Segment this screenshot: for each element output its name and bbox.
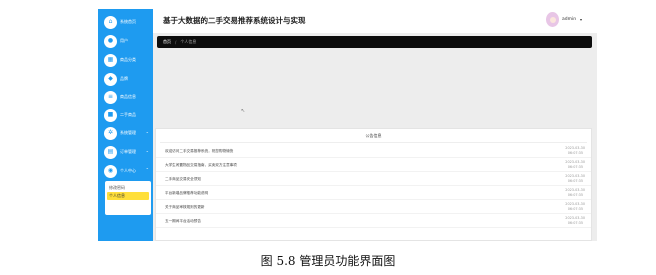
chevron-down-icon[interactable]: ▾ — [580, 17, 582, 22]
figure-caption: 图 5.8 管理员功能界面图 — [260, 254, 396, 268]
app-window: ⌂ 系统首页 ● 用户 ▦ 商品分类 ◆ 品牌 ≡ 商品信息 ■ 二手商品 ✲ … — [98, 9, 597, 241]
user-name[interactable]: admin — [562, 17, 576, 22]
notice-title[interactable]: 大学生闲置物品交易指南，买卖双方注意事项 — [165, 163, 237, 168]
notice-date: 2023-03-30 — [565, 160, 585, 164]
sidebar-item-personal[interactable]: ◉ 个人中心 ⌃ — [98, 164, 153, 178]
sidebar-item-label: 系统首页 — [120, 19, 136, 24]
sidebar-item-home[interactable]: ⌂ 系统首页 — [98, 15, 153, 29]
notice-date: 2023-03-30 — [565, 202, 585, 206]
mouse-cursor-icon: ↖ — [241, 108, 246, 114]
notice-date: 2023-03-30 — [565, 188, 585, 192]
sidebar-item-label: 品牌 — [120, 76, 128, 81]
app-title: 基于大数据的二手交易推荐系统设计与实现 — [163, 16, 306, 25]
user-icon: ● — [104, 34, 117, 48]
list-icon: ≡ — [104, 90, 117, 104]
breadcrumb: 首页 / 个人信息 — [157, 36, 592, 48]
chevron-down-icon: ⌄ — [145, 148, 149, 153]
list-item[interactable]: 二手商品交易安全须知 2023-03-30 06:07:35 — [156, 172, 591, 186]
sidebar-item-label: 订单管理 — [120, 149, 136, 154]
sidebar-item-label: 个人中心 — [120, 168, 136, 173]
chevron-up-icon: ⌃ — [145, 167, 149, 172]
notice-time: 06:07:35 — [567, 193, 583, 197]
notice-title[interactable]: 平台新增品牌推荐功能说明 — [165, 191, 208, 196]
sidebar-item-brands[interactable]: ◆ 品牌 — [98, 72, 153, 86]
chevron-down-icon: ⌄ — [145, 129, 149, 134]
list-item[interactable]: 大学生闲置物品交易指南，买卖双方注意事项 2023-03-30 06:07:35 — [156, 158, 591, 172]
tag-icon: ◆ — [104, 72, 117, 86]
panel-title: 公告信息 — [365, 133, 382, 138]
breadcrumb-separator: / — [175, 39, 177, 45]
list-item[interactable]: 欢迎访问二手交易推荐系统，祝您购物愉快 2023-03-30 06:07:35 — [156, 144, 591, 158]
submenu-item-change-password[interactable]: 修改密码 — [107, 184, 149, 192]
notice-date: 2023-03-30 — [565, 216, 585, 220]
personal-submenu: 修改密码 个人信息 — [105, 181, 151, 215]
list-item[interactable]: 平台新增品牌推荐功能说明 2023-03-30 06:07:35 — [156, 186, 591, 200]
notice-time: 06:07:35 — [567, 207, 583, 211]
notice-title[interactable]: 关于商品审核规则的更新 — [165, 205, 205, 210]
top-header: 基于大数据的二手交易推荐系统设计与实现 admin ▾ — [153, 9, 597, 33]
notice-time: 06:07:35 — [567, 179, 583, 183]
sidebar-item-label: 系统管理 — [120, 130, 136, 135]
sidebar-item-label: 用户 — [120, 38, 128, 43]
notice-time: 06:07:35 — [567, 151, 583, 155]
notice-title[interactable]: 欢迎访问二手交易推荐系统，祝您购物愉快 — [165, 149, 233, 154]
list-item[interactable]: 关于商品审核规则的更新 2023-03-30 06:07:35 — [156, 200, 591, 214]
sidebar-item-categories[interactable]: ▦ 商品分类 — [98, 53, 153, 67]
sidebar-item-label: 二手商品 — [120, 112, 136, 117]
sidebar-item-system[interactable]: ✲ 系统管理 ⌄ — [98, 126, 153, 140]
breadcrumb-current: 个人信息 — [180, 39, 197, 44]
sidebar-item-label: 商品分类 — [120, 57, 136, 62]
notice-title[interactable]: 二手商品交易安全须知 — [165, 177, 201, 182]
divider — [160, 142, 587, 143]
notice-time: 06:07:35 — [567, 165, 583, 169]
list-item[interactable]: 五一期间平台活动预告 2023-03-30 06:07:35 — [156, 214, 591, 228]
home-icon: ⌂ — [104, 15, 117, 29]
person-icon: ◉ — [104, 164, 117, 178]
sidebar-item-secondhand[interactable]: ■ 二手商品 — [98, 108, 153, 122]
notice-date: 2023-03-30 — [565, 146, 585, 150]
box-icon: ■ — [104, 108, 117, 122]
sidebar: ⌂ 系统首页 ● 用户 ▦ 商品分类 ◆ 品牌 ≡ 商品信息 ■ 二手商品 ✲ … — [98, 9, 153, 241]
grid-icon: ▦ — [104, 53, 117, 67]
notice-time: 06:07:35 — [567, 221, 583, 225]
breadcrumb-home[interactable]: 首页 — [163, 39, 171, 45]
notice-panel: 公告信息 欢迎访问二手交易推荐系统，祝您购物愉快 2023-03-30 06:0… — [155, 128, 592, 241]
submenu-item-profile[interactable]: 个人信息 — [107, 192, 149, 200]
sidebar-item-products[interactable]: ≡ 商品信息 — [98, 90, 153, 104]
gear-icon: ✲ — [104, 126, 117, 140]
avatar-face — [550, 17, 556, 23]
avatar[interactable] — [546, 12, 559, 27]
sidebar-item-users[interactable]: ● 用户 — [98, 34, 153, 48]
order-icon: ▤ — [104, 145, 117, 159]
notice-title[interactable]: 五一期间平台活动预告 — [165, 219, 201, 224]
notice-date: 2023-03-30 — [565, 174, 585, 178]
sidebar-item-label: 商品信息 — [120, 94, 136, 99]
sidebar-item-orders[interactable]: ▤ 订单管理 ⌄ — [98, 145, 153, 159]
